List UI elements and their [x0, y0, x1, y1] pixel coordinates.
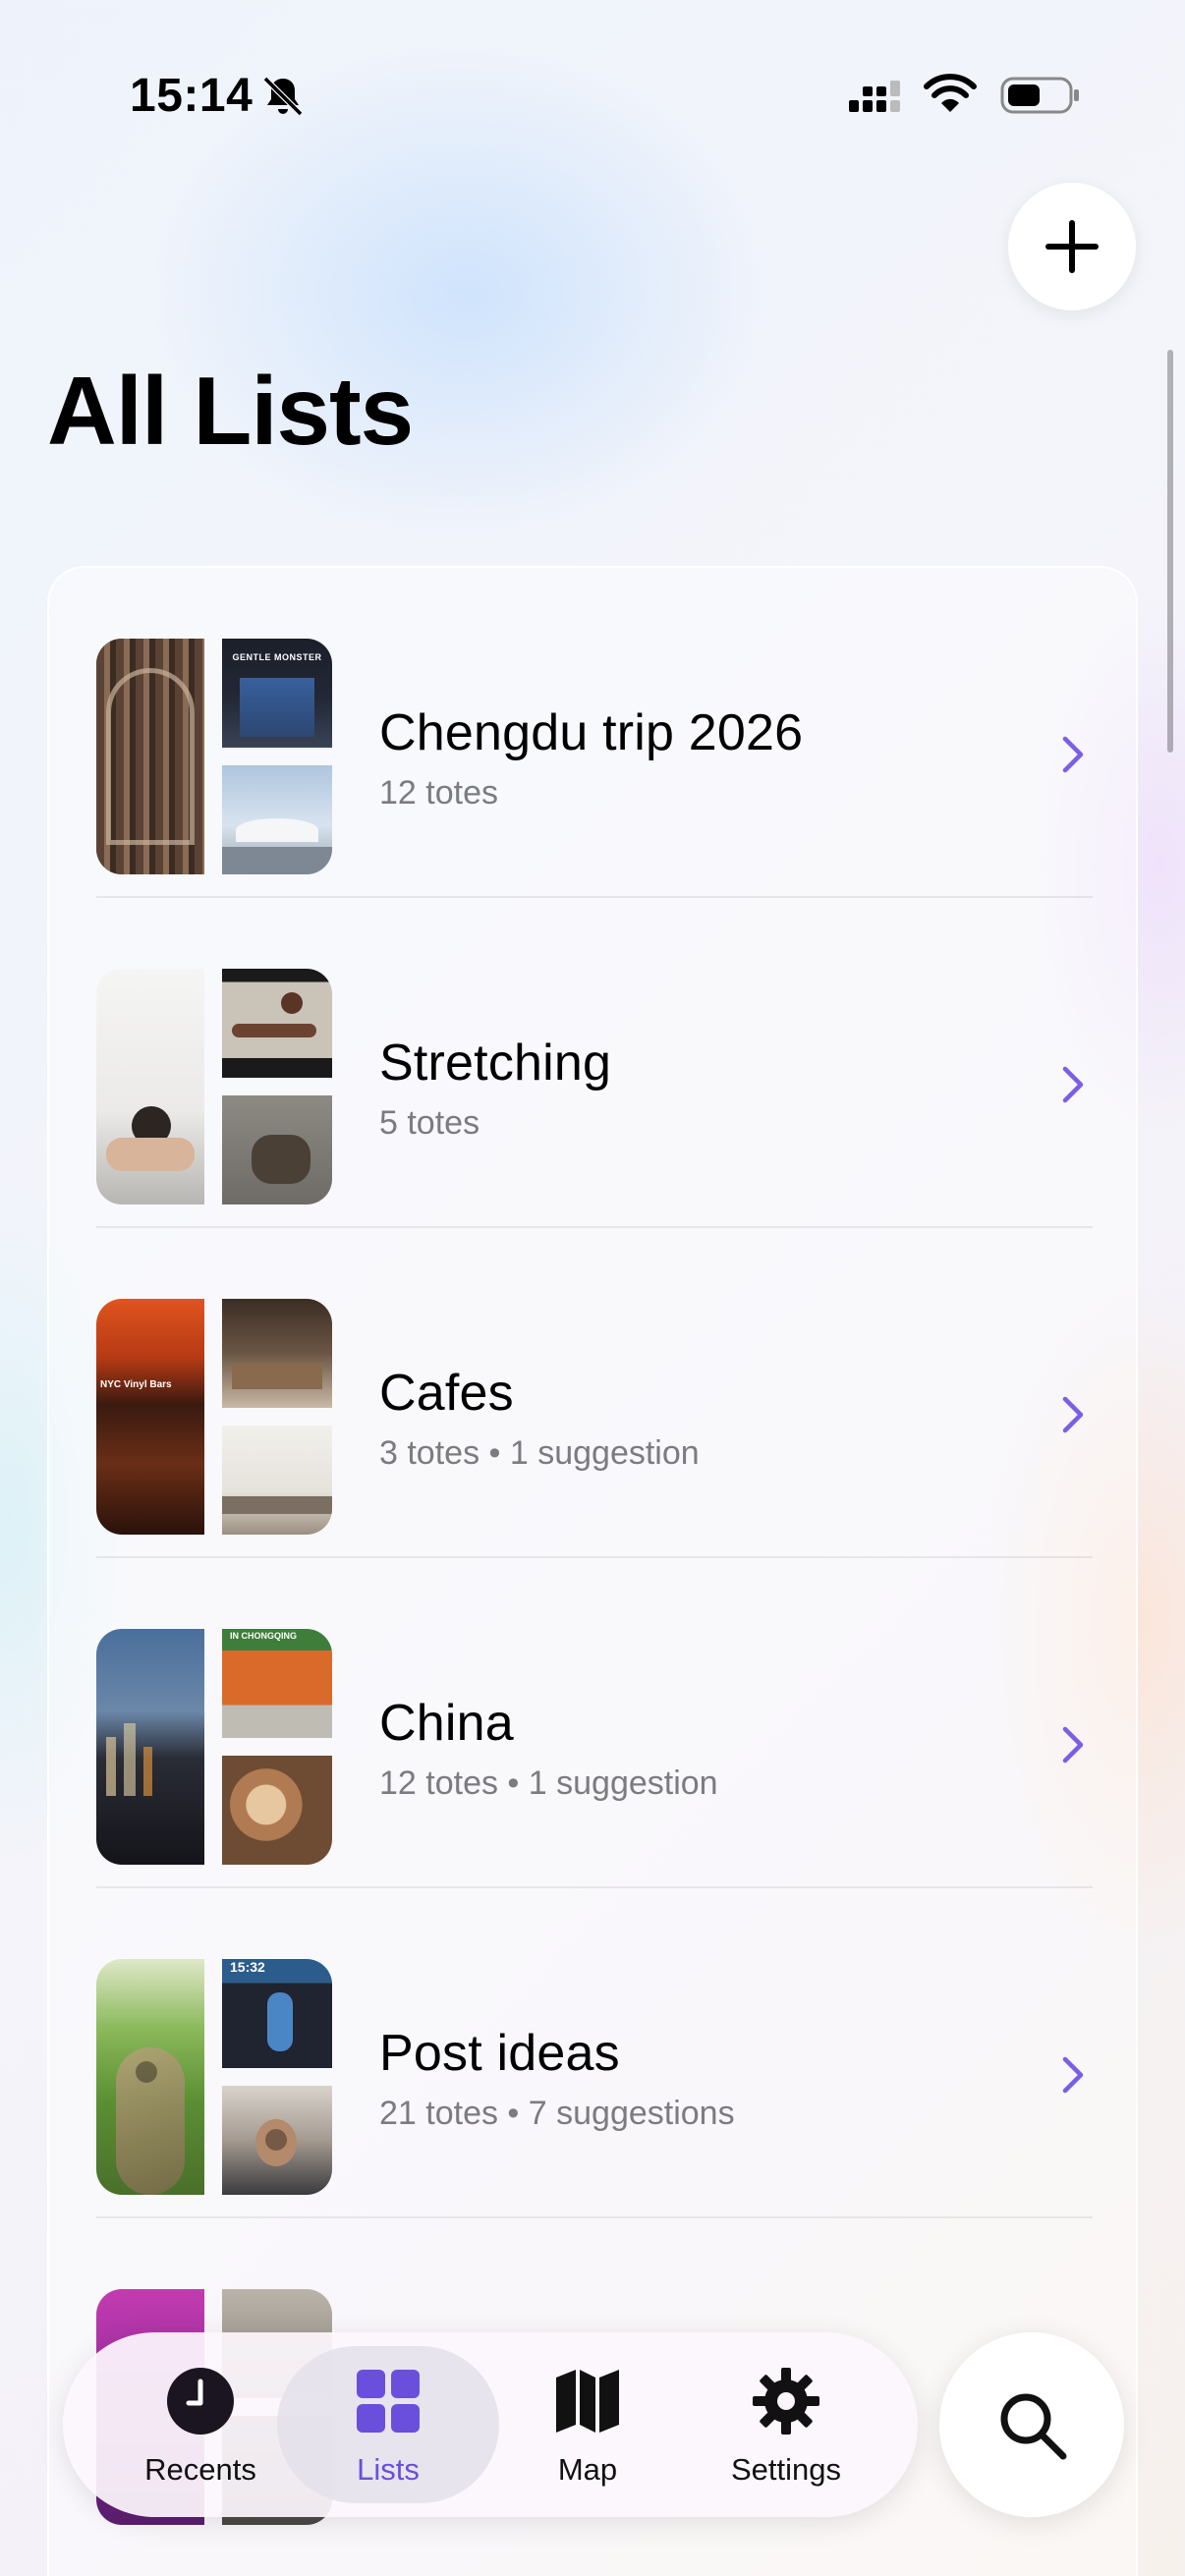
- status-bar: 15:14: [0, 0, 1185, 187]
- thumbnail-image: IN CHONGQING: [222, 1629, 332, 1738]
- list-thumbnails: NYC Vinyl Bars: [96, 1299, 332, 1535]
- list-title: Post ideas: [379, 2025, 620, 2082]
- thumbnail-image: [96, 1959, 204, 2195]
- thumbnail-image: [96, 639, 204, 874]
- search-button[interactable]: [939, 2332, 1124, 2517]
- thumbnail-overlay-text: IN CHONGQING: [230, 1631, 298, 1641]
- tab-recents[interactable]: Recents: [110, 2332, 291, 2517]
- list-thumbnails: IN CHONGQING: [96, 1629, 332, 1865]
- list-item-cafes[interactable]: NYC Vinyl Bars Cafes 3 totes • 1 suggest…: [49, 1228, 1136, 1558]
- wifi-icon: [924, 74, 977, 112]
- play-icon: [265, 2129, 287, 2151]
- list-item-stretching[interactable]: Stretching 5 totes: [49, 898, 1136, 1228]
- list-thumbnails: [96, 969, 332, 1204]
- grid-icon: [357, 2370, 420, 2433]
- list-title: China: [379, 1695, 514, 1752]
- page-title: All Lists: [47, 357, 414, 465]
- list-title: Cafes: [379, 1365, 514, 1422]
- search-icon: [1000, 2393, 1067, 2460]
- list-subtitle: 12 totes: [379, 774, 498, 812]
- thumbnail-overlay-text: GENTLE MONSTER: [232, 652, 322, 662]
- tab-bar: Recents Lists Map Settings: [63, 2332, 918, 2517]
- list-thumbnails: GENTLE MONSTER: [96, 639, 332, 874]
- list-subtitle: 3 totes • 1 suggestion: [379, 1434, 700, 1472]
- tab-label: Map: [557, 2452, 618, 2487]
- thumbnail-image: [222, 1095, 332, 1204]
- tab-label: Recents: [144, 2452, 256, 2487]
- tab-label: Settings: [730, 2452, 841, 2487]
- list-title: Chengdu trip 2026: [379, 704, 804, 761]
- tab-label: Lists: [357, 2452, 420, 2487]
- chevron-right-icon: [1062, 736, 1084, 773]
- thumbnail-image: [222, 2086, 332, 2195]
- plus-icon: [1045, 220, 1099, 273]
- scroll-indicator[interactable]: [1167, 350, 1173, 753]
- chevron-right-icon: [1062, 1726, 1084, 1764]
- cellular-signal-icon: [849, 81, 900, 112]
- thumbnail-image: NYC Vinyl Bars: [96, 1299, 204, 1535]
- list-subtitle: 21 totes • 7 suggestions: [379, 2095, 735, 2132]
- thumbnail-image: [222, 1756, 332, 1865]
- thumbnail-image: [222, 1426, 332, 1535]
- lists-card: GENTLE MONSTER Chengdu trip 2026 12 tote…: [47, 566, 1138, 2576]
- list-item-chengdu-trip[interactable]: GENTLE MONSTER Chengdu trip 2026 12 tote…: [49, 568, 1136, 898]
- battery-icon: [1000, 77, 1079, 114]
- status-time: 15:14: [130, 70, 254, 122]
- map-icon: [556, 2370, 619, 2433]
- list-subtitle: 5 totes: [379, 1104, 480, 1142]
- thumbnail-image: 15:32: [222, 1959, 332, 2068]
- thumbnail-image: [96, 969, 204, 1204]
- thumbnail-image: [222, 765, 332, 874]
- list-item-china[interactable]: IN CHONGQING China 12 totes • 1 suggesti…: [49, 1558, 1136, 1888]
- thumbnail-overlay-text: 15:32: [230, 1959, 265, 1975]
- list-title: Stretching: [379, 1035, 612, 1092]
- chevron-right-icon: [1062, 1396, 1084, 1433]
- tab-settings[interactable]: Settings: [688, 2332, 884, 2517]
- thumbnail-image: [222, 1299, 332, 1408]
- clock-icon: [167, 2368, 234, 2435]
- tab-lists[interactable]: Lists: [295, 2332, 481, 2517]
- play-icon: [136, 2061, 157, 2083]
- thumbnail-overlay-text: NYC Vinyl Bars: [100, 1379, 172, 1390]
- chevron-right-icon: [1062, 2056, 1084, 2094]
- bell-muted-icon: [262, 76, 304, 117]
- gear-icon: [753, 2368, 819, 2435]
- thumbnail-image: GENTLE MONSTER: [222, 639, 332, 748]
- list-subtitle: 12 totes • 1 suggestion: [379, 1764, 718, 1802]
- list-thumbnails: 15:32: [96, 1959, 332, 2195]
- chevron-right-icon: [1062, 1066, 1084, 1103]
- thumbnail-image: [96, 1629, 204, 1865]
- thumbnail-image: [222, 969, 332, 1078]
- tab-map[interactable]: Map: [495, 2332, 680, 2517]
- list-item-post-ideas[interactable]: 15:32 Post ideas 21 totes • 7 suggestion…: [49, 1888, 1136, 2218]
- add-list-button[interactable]: [1008, 183, 1136, 310]
